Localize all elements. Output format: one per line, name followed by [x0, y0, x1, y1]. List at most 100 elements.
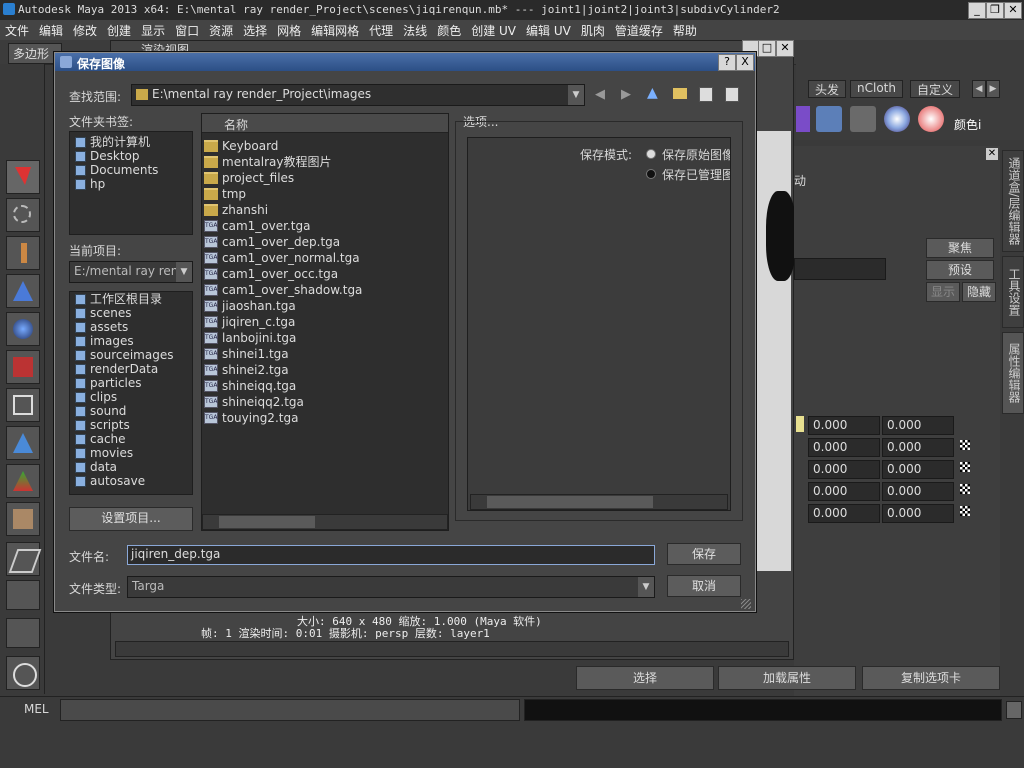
- chevron-down-icon[interactable]: ▼: [176, 262, 192, 282]
- attr-color-swatch[interactable]: [796, 416, 804, 432]
- forward-arrow-icon[interactable]: ▶: [621, 87, 631, 102]
- move-tool-icon[interactable]: [6, 274, 40, 308]
- name-column-header[interactable]: 名称: [202, 114, 448, 133]
- layout-single-icon[interactable]: [6, 542, 42, 576]
- file-item[interactable]: TGA cam1_over_shadow.tga: [204, 282, 362, 298]
- project-dir-item[interactable]: 工作区根目录: [72, 292, 173, 306]
- rotate-tool-icon[interactable]: [6, 312, 40, 346]
- shelf-tab-custom[interactable]: 自定义: [910, 80, 961, 98]
- file-item[interactable]: TGA jiqiren_c.tga: [204, 314, 362, 330]
- project-dir-item[interactable]: renderData: [72, 362, 173, 376]
- presets-button[interactable]: 预设: [926, 260, 994, 280]
- filename-input[interactable]: jiqiren_dep.tga: [127, 545, 655, 565]
- project-dir-item[interactable]: scripts: [72, 418, 173, 432]
- shelf-icon-2[interactable]: [816, 106, 842, 132]
- render-view-scrollbar[interactable]: [115, 641, 789, 657]
- file-item[interactable]: TGA lanbojini.tga: [204, 330, 362, 346]
- show-button[interactable]: 显示: [926, 282, 960, 302]
- shelf-icon-color-label[interactable]: 颜色i: [954, 116, 981, 133]
- project-dir-item[interactable]: sound: [72, 404, 173, 418]
- mel-label[interactable]: MEL: [24, 702, 49, 716]
- manipulator-tool-icon[interactable]: [6, 388, 40, 422]
- cancel-button[interactable]: 取消: [667, 575, 741, 597]
- scale-tool-icon[interactable]: [6, 350, 40, 384]
- menu-edit[interactable]: 编辑: [34, 20, 68, 39]
- menu-normals[interactable]: 法线: [398, 20, 432, 39]
- folder-item[interactable]: project_files: [204, 170, 362, 186]
- new-folder-icon[interactable]: [673, 88, 687, 99]
- menu-color[interactable]: 颜色: [432, 20, 466, 39]
- menu-select[interactable]: 选择: [238, 20, 272, 39]
- render-view-maximize-button[interactable]: □: [758, 40, 776, 57]
- file-item[interactable]: TGA shineiqq2.tga: [204, 394, 362, 410]
- hide-button[interactable]: 隐藏: [962, 282, 996, 302]
- menu-edit-uv[interactable]: 编辑 UV: [521, 20, 576, 39]
- paint-tool-icon[interactable]: [6, 236, 40, 270]
- attr-row3-field1[interactable]: 0.000: [808, 460, 880, 479]
- menu-assets[interactable]: 资源: [204, 20, 238, 39]
- menu-mesh[interactable]: 网格: [272, 20, 306, 39]
- project-dir-item[interactable]: autosave: [72, 474, 173, 488]
- back-arrow-icon[interactable]: ◀: [595, 87, 605, 102]
- focus-button[interactable]: 聚焦: [926, 238, 994, 258]
- scrollbar-thumb[interactable]: [487, 496, 653, 508]
- attr-row4-field2[interactable]: 0.000: [882, 482, 954, 501]
- mel-input[interactable]: [60, 699, 520, 721]
- menu-muscle[interactable]: 肌肉: [576, 20, 610, 39]
- menu-modify[interactable]: 修改: [68, 20, 102, 39]
- menu-window[interactable]: 窗口: [170, 20, 204, 39]
- project-dir-item[interactable]: scenes: [72, 306, 173, 320]
- project-dir-item[interactable]: cache: [72, 432, 173, 446]
- menu-proxy[interactable]: 代理: [364, 20, 398, 39]
- save-original-radio[interactable]: [646, 149, 656, 159]
- shelf-icon-1[interactable]: [796, 106, 810, 132]
- attr-row4-field1[interactable]: 0.000: [808, 482, 880, 501]
- attr-row5-field1[interactable]: 0.000: [808, 504, 880, 523]
- show-manipulator-icon[interactable]: [6, 426, 40, 460]
- attr-row2-field1[interactable]: 0.000: [808, 438, 880, 457]
- file-item[interactable]: TGA cam1_over_dep.tga: [204, 234, 362, 250]
- menu-display[interactable]: 显示: [136, 20, 170, 39]
- vtab-channel-box[interactable]: 通道盒/层编辑器: [1002, 150, 1024, 252]
- file-item[interactable]: TGA shineiqq.tga: [204, 378, 362, 394]
- save-button[interactable]: 保存: [667, 543, 741, 565]
- last-tool-icon[interactable]: [6, 464, 40, 498]
- project-dir-item[interactable]: assets: [72, 320, 173, 334]
- parent-folder-icon[interactable]: ▲: [647, 85, 658, 101]
- bookmark-hp[interactable]: hp: [72, 176, 158, 192]
- project-dir-item[interactable]: images: [72, 334, 173, 348]
- shelf-tab-hair[interactable]: 头发: [808, 80, 847, 98]
- file-item[interactable]: TGA cam1_over_normal.tga: [204, 250, 362, 266]
- file-item[interactable]: TGA shinei2.tga: [204, 362, 362, 378]
- project-dir-item[interactable]: particles: [72, 376, 173, 390]
- dialog-help-button[interactable]: ?: [718, 54, 736, 71]
- menu-create[interactable]: 创建: [102, 20, 136, 39]
- attr-row5-field2[interactable]: 0.000: [882, 504, 954, 523]
- file-item[interactable]: TGA shinei1.tga: [204, 346, 362, 362]
- folder-item[interactable]: mentalray教程图片: [204, 154, 362, 170]
- file-item[interactable]: TGA touying2.tga: [204, 410, 362, 426]
- vtab-attribute-editor[interactable]: 属性编辑器: [1002, 332, 1024, 414]
- scrollbar-thumb[interactable]: [219, 516, 315, 528]
- options-scrollbar[interactable]: [470, 494, 728, 510]
- close-button[interactable]: ✕: [1004, 2, 1022, 19]
- layout-four-icon[interactable]: [6, 580, 40, 610]
- map-button-icon[interactable]: [960, 484, 970, 494]
- file-item[interactable]: TGA cam1_over_occ.tga: [204, 266, 362, 282]
- set-project-button[interactable]: 设置项目...: [69, 507, 193, 531]
- resize-grip-icon[interactable]: [741, 599, 751, 609]
- look-in-dropdown[interactable]: E:\mental ray render_Project\images ▼: [131, 84, 585, 106]
- menu-edit-mesh[interactable]: 编辑网格: [306, 20, 364, 39]
- attr-editor-name-field[interactable]: [794, 258, 886, 280]
- minimize-button[interactable]: _: [968, 2, 986, 19]
- project-dir-item[interactable]: movies: [72, 446, 173, 460]
- script-editor-icon[interactable]: [1006, 701, 1022, 719]
- list-view-icon[interactable]: [699, 87, 713, 102]
- python-icon[interactable]: [6, 656, 40, 690]
- menu-pipeline-cache[interactable]: 管道缓存: [610, 20, 668, 39]
- filetype-dropdown[interactable]: Targa ▼: [127, 576, 655, 598]
- map-button-icon[interactable]: [960, 506, 970, 516]
- lasso-tool-icon[interactable]: [6, 198, 40, 232]
- chevron-down-icon[interactable]: ▼: [638, 577, 654, 597]
- copy-tab-button[interactable]: 复制选项卡: [862, 666, 1000, 690]
